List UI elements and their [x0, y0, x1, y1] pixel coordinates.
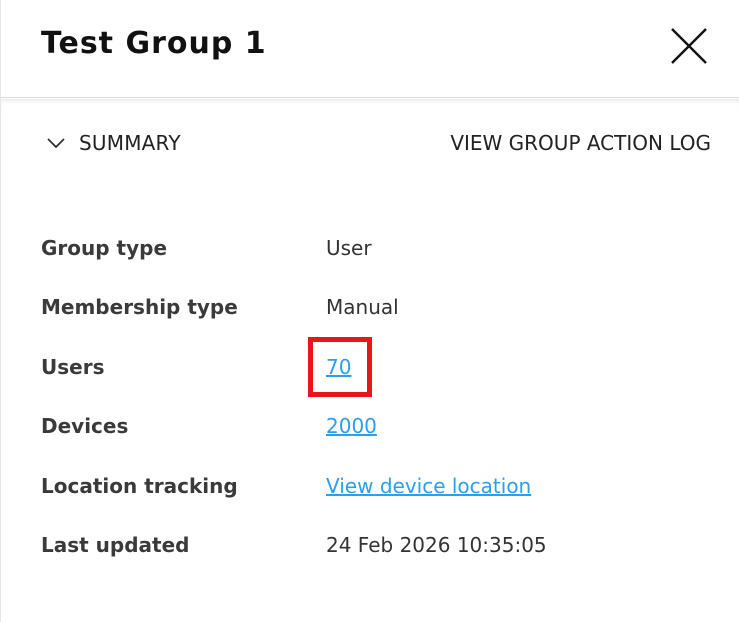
detail-row-devices: Devices 2000 — [41, 406, 721, 465]
close-icon — [671, 28, 707, 64]
users-count-link[interactable]: 70 — [326, 347, 351, 387]
users-label: Users — [41, 354, 105, 379]
group-type-value: User — [326, 236, 372, 260]
panel-header: Test Group 1 — [1, 0, 739, 98]
panel-body: SUMMARY VIEW GROUP ACTION LOG Group type… — [1, 99, 739, 622]
detail-row-membership-type: Membership type Manual — [41, 287, 721, 346]
close-button[interactable] — [669, 26, 709, 66]
view-device-location-link[interactable]: View device location — [326, 466, 531, 506]
membership-type-label: Membership type — [41, 295, 238, 320]
detail-row-users: Users 70 — [41, 336, 721, 406]
devices-count-link[interactable]: 2000 — [326, 406, 377, 446]
devices-label: Devices — [41, 414, 129, 439]
detail-row-last-updated: Last updated 24 Feb 2026 10:35:05 — [41, 525, 721, 584]
summary-label: SUMMARY — [79, 131, 181, 155]
view-group-action-log-button[interactable]: VIEW GROUP ACTION LOG — [450, 128, 711, 158]
group-detail-panel: Test Group 1 SUMMARY VIEW GROUP ACTION L… — [0, 0, 739, 622]
last-updated-label: Last updated — [41, 532, 190, 557]
page-title: Test Group 1 — [41, 26, 267, 61]
detail-row-location-tracking: Location tracking View device location — [41, 466, 721, 525]
membership-type-value: Manual — [326, 295, 399, 320]
detail-row-group-type: Group type User — [41, 228, 721, 287]
last-updated-value: 24 Feb 2026 10:35:05 — [326, 532, 547, 557]
chevron-down-icon — [47, 138, 65, 149]
summary-details: Group type User Membership type Manual U… — [41, 228, 721, 584]
summary-toggle[interactable]: SUMMARY — [45, 128, 181, 158]
location-tracking-label: Location tracking — [41, 473, 238, 498]
group-type-label: Group type — [41, 236, 168, 260]
